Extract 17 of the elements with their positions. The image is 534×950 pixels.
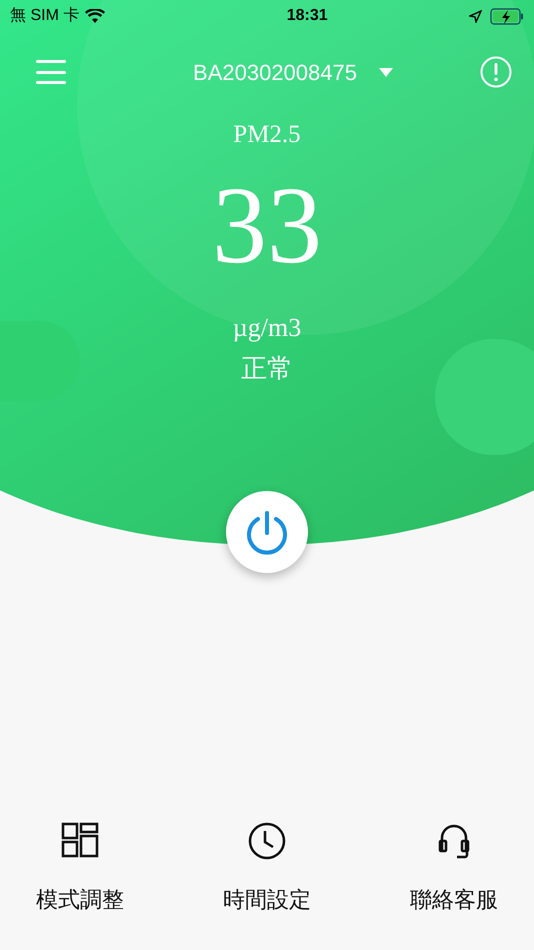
nav-item[interactable]: 模式調整 xyxy=(30,821,130,916)
location-arrow-icon xyxy=(468,10,482,22)
metric-label: PM2.5 xyxy=(233,120,301,150)
nav-item[interactable]: 時間設定 xyxy=(217,821,317,916)
carrier-text: 無 SIM 卡 xyxy=(10,6,80,26)
alert-icon[interactable] xyxy=(480,56,512,88)
nav-item[interactable]: 聯絡客服 xyxy=(404,821,504,916)
status-label: 正常 xyxy=(241,352,293,384)
battery-icon xyxy=(490,8,524,24)
power-icon xyxy=(244,509,290,555)
clock-time: 18:31 xyxy=(286,6,328,26)
clock-icon xyxy=(247,821,287,861)
menu-button[interactable] xyxy=(36,59,66,85)
wifi-icon xyxy=(85,8,106,24)
unit-label: µg/m3 xyxy=(232,312,302,344)
metric-value: 33 xyxy=(212,170,322,280)
caret-icon xyxy=(378,68,393,76)
